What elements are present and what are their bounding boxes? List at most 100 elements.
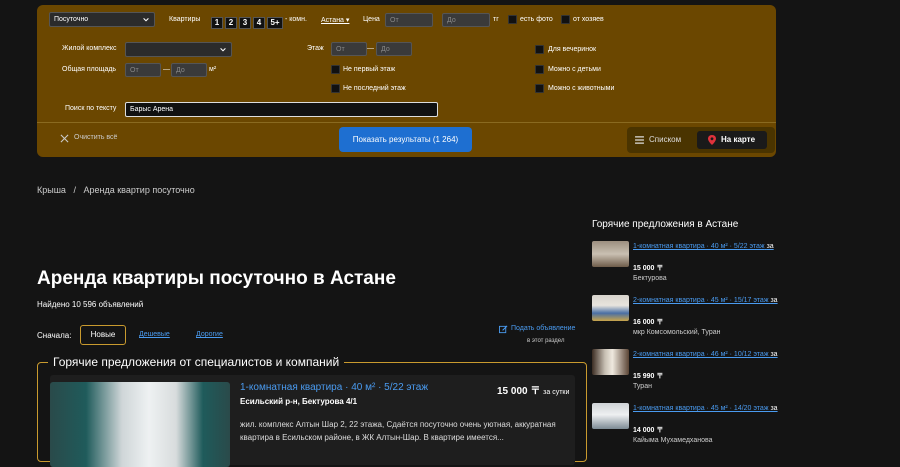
rooms-label: Квартиры [169, 16, 201, 23]
clear-all-label: Очистить всё [74, 134, 118, 141]
listing-price: 15 000 〒 за сутки [497, 382, 569, 397]
sidebar-location: Туран [633, 383, 652, 390]
sort-expensive-link[interactable]: Дорогие [196, 331, 223, 338]
post-ad-label: Подать объявление [511, 325, 576, 332]
area-to-input[interactable]: До [171, 63, 207, 77]
area-dash: — [163, 66, 170, 73]
filter-panel: Посуточно Квартиры 1 2 3 4 5+ - комн. Ас… [37, 5, 776, 157]
sidebar-za: за [770, 297, 778, 304]
breadcrumb-sep: / [73, 185, 76, 195]
rooms-3-button[interactable]: 3 [239, 17, 251, 29]
area-label: Общая площадь [62, 66, 117, 73]
sidebar-price: 15 990 〒 [633, 373, 664, 380]
city-value: Астана [321, 17, 344, 24]
city-select[interactable]: Астана ▾ [321, 16, 349, 24]
has-photo-checkbox[interactable] [508, 15, 517, 24]
not-first-floor-checkbox[interactable] [331, 65, 340, 74]
map-pin-icon [708, 135, 716, 145]
listing-price-value: 15 000 〒 [497, 386, 541, 397]
search-input[interactable]: Барыс Арена [125, 102, 438, 117]
sort-new-button[interactable]: Новые [80, 325, 126, 345]
show-results-button[interactable]: Показать результаты (1 264) [339, 127, 472, 152]
list-icon [635, 136, 644, 144]
has-photo-label: есть фото [520, 16, 553, 23]
sidebar-location: Кайыма Мухамедханова [633, 437, 713, 444]
breadcrumb-home[interactable]: Крыша [37, 185, 66, 195]
price-from-input[interactable]: От [385, 13, 433, 27]
sidebar-listing-title[interactable]: 2-комнатная квартира · 45 м² · 15/17 эта… [633, 295, 783, 306]
rent-type-select[interactable]: Посуточно [49, 12, 155, 27]
clear-all-button[interactable]: Очистить всё [60, 134, 118, 143]
breadcrumb-current: Аренда квартир посуточно [83, 185, 195, 195]
sidebar-title-text: 1-комнатная квартира · 45 м² · 14/20 эта… [633, 405, 769, 412]
not-last-floor-label: Не последний этаж [343, 85, 406, 92]
with-kids-checkbox[interactable] [535, 65, 544, 74]
sidebar-location: мкр Комсомольский, Туран [633, 329, 721, 336]
search-label: Поиск по тексту [65, 105, 117, 112]
floor-from-input[interactable]: От [331, 42, 367, 56]
edit-icon [499, 325, 508, 334]
rent-type-value: Посуточно [54, 16, 89, 23]
breadcrumb: Крыша / Аренда квартир посуточно [37, 185, 195, 195]
sidebar-listing[interactable]: 2-комнатная квартира · 45 м² · 15/17 эта… [592, 295, 792, 345]
sidebar-listing-title[interactable]: 1-комнатная квартира · 40 м² · 5/22 этаж… [633, 241, 783, 252]
view-list-button[interactable]: Списком [635, 131, 681, 149]
view-map-label: На карте [721, 135, 756, 144]
chevron-down-icon [143, 18, 149, 22]
page-title: Аренда квартиры посуточно в Астане [37, 268, 396, 289]
sidebar-price: 16 000 〒 [633, 319, 664, 326]
view-toggle: Списком На карте [627, 127, 775, 153]
listing-card[interactable]: 1-комнатная квартира · 40 м² · 5/22 этаж… [50, 375, 575, 467]
price-to-input[interactable]: До [442, 13, 490, 27]
found-count: Найдено 10 596 объявлений [37, 300, 144, 309]
floor-dash: — [367, 45, 374, 52]
floor-to-input[interactable]: До [376, 42, 412, 56]
listing-description: жил. комплекс Алтын Шар 2, 22 этажа, Сда… [240, 420, 556, 442]
view-map-button[interactable]: На карте [697, 131, 767, 149]
currency-label: тг [493, 16, 499, 23]
rooms-suffix: - комн. [285, 16, 307, 23]
not-last-floor-checkbox[interactable] [331, 84, 340, 93]
not-first-floor-label: Не первый этаж [343, 66, 396, 73]
from-owner-checkbox[interactable] [561, 15, 570, 24]
post-ad-link[interactable]: Подать объявление [499, 325, 576, 334]
price-label: Цена [363, 16, 380, 23]
rooms-2-button[interactable]: 2 [225, 17, 237, 29]
sidebar-za: за [770, 405, 778, 412]
sort-cheap-link[interactable]: Дешевые [139, 331, 170, 338]
area-from-input[interactable]: От [125, 63, 161, 77]
sidebar-listing[interactable]: 1-комнатная квартира · 40 м² · 5/22 этаж… [592, 241, 792, 291]
rooms-5plus-button[interactable]: 5+ [267, 17, 283, 29]
sidebar-listing[interactable]: 1-комнатная квартира · 45 м² · 14/20 эта… [592, 403, 792, 453]
listing-photo[interactable] [50, 382, 230, 467]
complex-label: Жилой комплекс [62, 45, 117, 52]
hot-offers-title: Горячие предложения от специалистов и ко… [48, 355, 345, 369]
sidebar-thumb[interactable] [592, 295, 629, 321]
listing-title[interactable]: 1-комнатная квартира · 40 м² · 5/22 этаж [240, 382, 428, 393]
for-parties-label: Для вечеринок [548, 46, 597, 53]
for-parties-checkbox[interactable] [535, 45, 544, 54]
rooms-4-button[interactable]: 4 [253, 17, 265, 29]
with-pets-label: Можно с животными [548, 85, 615, 92]
listing-price-per: за сутки [543, 389, 570, 396]
floor-label: Этаж [307, 45, 324, 52]
from-owner-label: от хозяев [573, 16, 604, 23]
sidebar-thumb[interactable] [592, 349, 629, 375]
close-icon [60, 134, 69, 143]
sidebar-location: Бектурова [633, 275, 667, 282]
sidebar-title-text: 2-комнатная квартира · 45 м² · 15/17 эта… [633, 297, 769, 304]
sidebar-listing-title[interactable]: 1-комнатная квартира · 45 м² · 14/20 эта… [633, 403, 783, 414]
sidebar-za: за [770, 351, 778, 358]
sidebar-price: 14 000 〒 [633, 427, 664, 434]
complex-select[interactable] [125, 42, 232, 57]
area-unit: м² [209, 66, 217, 73]
filter-divider [37, 122, 776, 123]
sidebar-listing[interactable]: 2-комнатная квартира · 46 м² · 10/12 эта… [592, 349, 792, 399]
sidebar-listing-title[interactable]: 2-комнатная квартира · 46 м² · 10/12 эта… [633, 349, 783, 360]
post-ad-sub: в этот раздел [527, 338, 565, 344]
with-pets-checkbox[interactable] [535, 84, 544, 93]
listing-address: Есильский р-н, Бектурова 4/1 [240, 397, 358, 406]
sidebar-thumb[interactable] [592, 241, 629, 267]
rooms-1-button[interactable]: 1 [211, 17, 223, 29]
sidebar-thumb[interactable] [592, 403, 629, 429]
